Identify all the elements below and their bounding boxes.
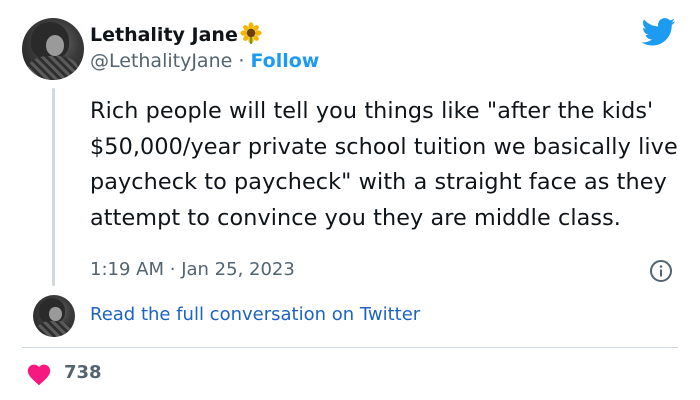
- separator-dot: ·: [238, 50, 245, 72]
- divider: [22, 347, 678, 348]
- thread-line: [52, 88, 55, 286]
- tweet-timestamp[interactable]: 1:19 AM · Jan 25, 2023: [90, 259, 295, 280]
- info-icon[interactable]: [649, 259, 673, 283]
- author-avatar[interactable]: [22, 18, 84, 80]
- author-handle-row: @LethalityJane · Follow: [90, 50, 319, 72]
- like-count: 738: [64, 362, 102, 383]
- sunflower-icon: [240, 22, 262, 49]
- twitter-bird-icon[interactable]: [642, 18, 676, 46]
- author-handle[interactable]: @LethalityJane: [90, 50, 232, 72]
- author-display-name[interactable]: Lethality Jane: [90, 22, 262, 49]
- tweet-date: Jan 25, 2023: [181, 259, 295, 280]
- tweet-text: Rich people will tell you things like "a…: [90, 98, 678, 231]
- conversation-avatar[interactable]: [33, 295, 75, 337]
- follow-button[interactable]: Follow: [250, 50, 319, 72]
- heart-icon[interactable]: [26, 362, 52, 386]
- tweet-time: 1:19 AM: [90, 259, 164, 280]
- display-name-text: Lethality Jane: [90, 24, 238, 46]
- read-full-conversation-link[interactable]: Read the full conversation on Twitter: [90, 304, 420, 325]
- timestamp-separator: ·: [169, 259, 176, 280]
